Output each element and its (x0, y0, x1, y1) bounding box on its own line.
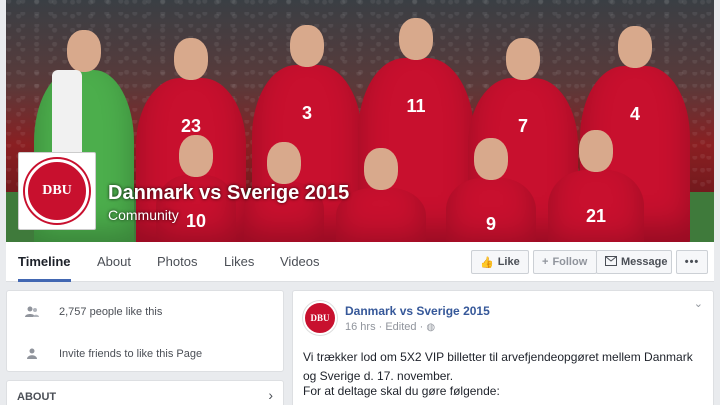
message-button[interactable]: Message (596, 250, 672, 274)
cover-photo[interactable]: 23 3 11 7 4 10 9 21 (6, 0, 714, 242)
plus-icon: + (542, 256, 549, 268)
player-head (267, 142, 301, 184)
player-head (399, 18, 433, 60)
likes-row[interactable]: 2,757 people like this (7, 301, 283, 323)
message-icon (605, 255, 617, 269)
player (336, 148, 426, 242)
follow-button[interactable]: + Follow (533, 250, 597, 274)
likes-card: 2,757 people like this Invite friends to… (6, 290, 284, 372)
chevron-right-icon: › (268, 387, 273, 403)
player-head (618, 26, 652, 68)
about-heading: ABOUT (17, 391, 57, 403)
tab-videos[interactable]: Videos (280, 242, 320, 282)
post-meta: 16 hrs · Edited · ◍ (345, 321, 435, 333)
more-options-button[interactable]: ••• (676, 250, 708, 274)
post-timestamp[interactable]: 16 hrs · Edited · (345, 321, 426, 333)
post-author-name[interactable]: Danmark vs Sverige 2015 (345, 304, 490, 318)
towel (52, 70, 82, 160)
jersey-number: 9 (485, 214, 496, 234)
follow-button-label: Follow (552, 256, 588, 268)
tab-photos[interactable]: Photos (157, 242, 197, 282)
page-profile-picture[interactable]: DBU (18, 152, 96, 230)
post-card: DBU Danmark vs Sverige 2015 16 hrs · Edi… (292, 290, 714, 405)
post-author-avatar[interactable]: DBU (303, 301, 337, 335)
likes-count-text: 2,757 people like this (59, 306, 163, 318)
player-head (364, 148, 398, 190)
player: 21 (548, 130, 644, 242)
post-body: Vi trækker lod om 5X2 VIP billetter til … (303, 350, 693, 383)
player-head (179, 135, 213, 177)
jersey-number: 23 (180, 116, 202, 136)
jersey-number: 21 (585, 206, 607, 226)
player-head (579, 130, 613, 172)
like-button[interactable]: 👍 Like (471, 250, 529, 274)
dbu-logo: DBU (25, 159, 89, 223)
chevron-down-icon[interactable]: ⌄ (694, 297, 703, 310)
page-title[interactable]: Danmark vs Sverige 2015 (108, 182, 349, 205)
player-head (506, 38, 540, 80)
tab-timeline[interactable]: Timeline (18, 242, 71, 282)
jersey-number: 11 (406, 96, 426, 116)
invite-friends-link: Invite friends to like this Page (59, 348, 203, 360)
like-button-label: Like (497, 256, 520, 268)
tab-likes[interactable]: Likes (224, 242, 254, 282)
jersey-number: 7 (517, 116, 528, 136)
player-head (67, 30, 101, 72)
player-head (174, 38, 208, 80)
player: 9 (446, 138, 536, 242)
player-head (290, 25, 324, 67)
globe-icon: ◍ (426, 322, 436, 333)
thumbs-up-icon: 👍 (480, 256, 494, 269)
jersey-number: 4 (629, 104, 640, 124)
player-head (474, 138, 508, 180)
jersey-number: 3 (301, 103, 312, 123)
invite-icon (25, 347, 39, 361)
tab-about[interactable]: About (97, 242, 131, 282)
page-category[interactable]: Community (108, 207, 179, 223)
invite-row[interactable]: Invite friends to like this Page (7, 343, 283, 365)
message-button-label: Message (621, 256, 668, 268)
people-icon (25, 305, 39, 319)
about-card[interactable]: ABOUT › (6, 380, 284, 405)
page-navbar: Timeline About Photos Likes Videos 👍 Lik… (6, 242, 714, 282)
post-body-2: For at deltage skal du gøre følgende: (303, 384, 500, 398)
